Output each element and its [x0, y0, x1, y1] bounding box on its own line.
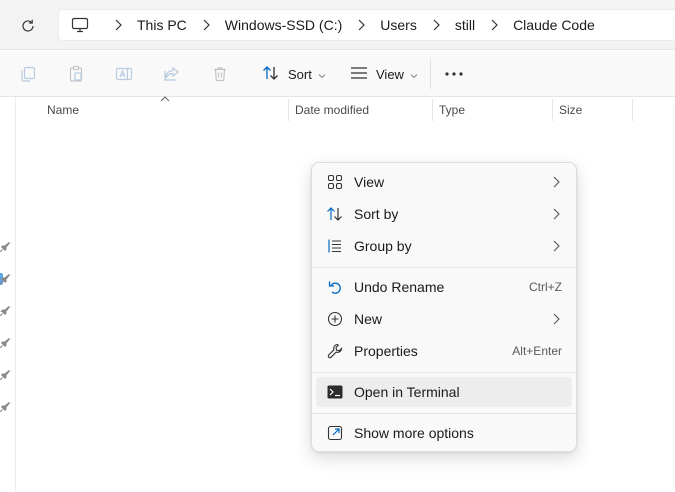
column-separator[interactable]: [632, 99, 633, 121]
pin-icon: [0, 306, 10, 316]
toolbar-divider: [430, 59, 431, 89]
column-separator[interactable]: [552, 99, 553, 121]
pin-icon: [0, 402, 10, 412]
grid-view-icon: [326, 173, 344, 191]
menu-item-undo-rename[interactable]: Undo Rename Ctrl+Z: [316, 272, 572, 302]
column-date-modified[interactable]: Date modified: [295, 97, 369, 123]
sort-icon: [326, 205, 344, 223]
menu-item-open-in-terminal[interactable]: Open in Terminal: [316, 377, 572, 407]
sort-icon: [262, 65, 280, 84]
copy-icon[interactable]: [18, 64, 38, 84]
column-separator[interactable]: [288, 99, 289, 121]
undo-icon: [326, 278, 344, 296]
column-name[interactable]: Name: [47, 97, 79, 123]
view-button[interactable]: View: [350, 62, 418, 86]
menu-item-open-in-terminal-label: Open in Terminal: [354, 384, 460, 400]
menu-item-sort-by-label: Sort by: [354, 206, 399, 222]
wrench-icon: [326, 342, 344, 360]
menu-item-new-label: New: [354, 311, 383, 327]
plus-circle-icon: [326, 310, 344, 328]
view-label: View: [376, 66, 404, 82]
menu-item-sort-by[interactable]: Sort by: [316, 199, 572, 229]
breadcrumb-users[interactable]: Users: [378, 17, 419, 33]
sort-ascending-icon: [160, 96, 170, 102]
pin-icon: [0, 338, 10, 348]
group-by-icon: [326, 237, 344, 255]
menu-item-undo-rename-label: Undo Rename: [354, 279, 445, 295]
paste-icon[interactable]: [66, 64, 86, 84]
pin-icon: [0, 370, 10, 380]
menu-separator: [312, 372, 576, 373]
column-separator[interactable]: [432, 99, 433, 121]
show-more-options-icon: [326, 424, 344, 442]
chevron-down-icon: [410, 67, 418, 82]
share-icon[interactable]: [162, 64, 182, 84]
menu-item-properties[interactable]: Properties Alt+Enter: [316, 336, 572, 366]
sort-button[interactable]: Sort: [262, 62, 326, 86]
chevron-right-icon[interactable]: [197, 16, 215, 34]
menu-item-show-more-options[interactable]: Show more options: [316, 418, 572, 448]
menu-item-group-by-label: Group by: [354, 238, 412, 254]
chevron-right-icon[interactable]: [109, 16, 127, 34]
chevron-right-icon[interactable]: [485, 16, 503, 34]
refresh-icon[interactable]: [14, 12, 42, 40]
menu-item-view-label: View: [354, 174, 385, 190]
column-type[interactable]: Type: [439, 97, 465, 123]
chevron-right-icon[interactable]: [352, 16, 370, 34]
breadcrumb-this-pc[interactable]: This PC: [135, 17, 189, 33]
context-menu: View Sort by Group by Undo Rename Ctrl+Z…: [311, 162, 577, 452]
view-list-icon: [350, 66, 368, 83]
column-size[interactable]: Size: [559, 97, 582, 123]
address-bar-row: This PC Windows-SSD (C:) Users still Cla…: [0, 0, 675, 50]
chevron-right-icon: [553, 176, 560, 188]
menu-separator: [312, 413, 576, 414]
command-bar: Sort View: [0, 51, 675, 97]
address-bar[interactable]: This PC Windows-SSD (C:) Users still Cla…: [58, 9, 675, 41]
chevron-right-icon: [553, 313, 560, 325]
this-pc-icon[interactable]: [69, 14, 91, 36]
menu-item-view[interactable]: View: [316, 167, 572, 197]
menu-item-properties-label: Properties: [354, 343, 418, 359]
chevron-right-icon: [553, 208, 560, 220]
rename-icon[interactable]: [114, 64, 134, 84]
properties-shortcut: Alt+Enter: [512, 344, 562, 358]
navigation-pane-edge[interactable]: [0, 97, 16, 492]
pin-icon: [0, 274, 10, 284]
menu-item-new[interactable]: New: [316, 304, 572, 334]
menu-separator: [312, 267, 576, 268]
chevron-right-icon[interactable]: [427, 16, 445, 34]
column-headers: Name Date modified Type Size: [16, 96, 675, 123]
pin-icon: [0, 242, 10, 252]
chevron-down-icon: [318, 67, 326, 82]
breadcrumb-claude-code[interactable]: Claude Code: [511, 17, 597, 33]
terminal-icon: [326, 383, 344, 401]
delete-icon[interactable]: [210, 64, 230, 84]
undo-rename-shortcut: Ctrl+Z: [529, 280, 562, 294]
breadcrumb-still[interactable]: still: [453, 17, 477, 33]
menu-item-show-more-options-label: Show more options: [354, 425, 474, 441]
chevron-right-icon: [553, 240, 560, 252]
sort-label: Sort: [288, 66, 312, 82]
more-options-icon[interactable]: [444, 64, 464, 84]
breadcrumb-windows-ssd[interactable]: Windows-SSD (C:): [223, 17, 344, 33]
menu-item-group-by[interactable]: Group by: [316, 231, 572, 261]
